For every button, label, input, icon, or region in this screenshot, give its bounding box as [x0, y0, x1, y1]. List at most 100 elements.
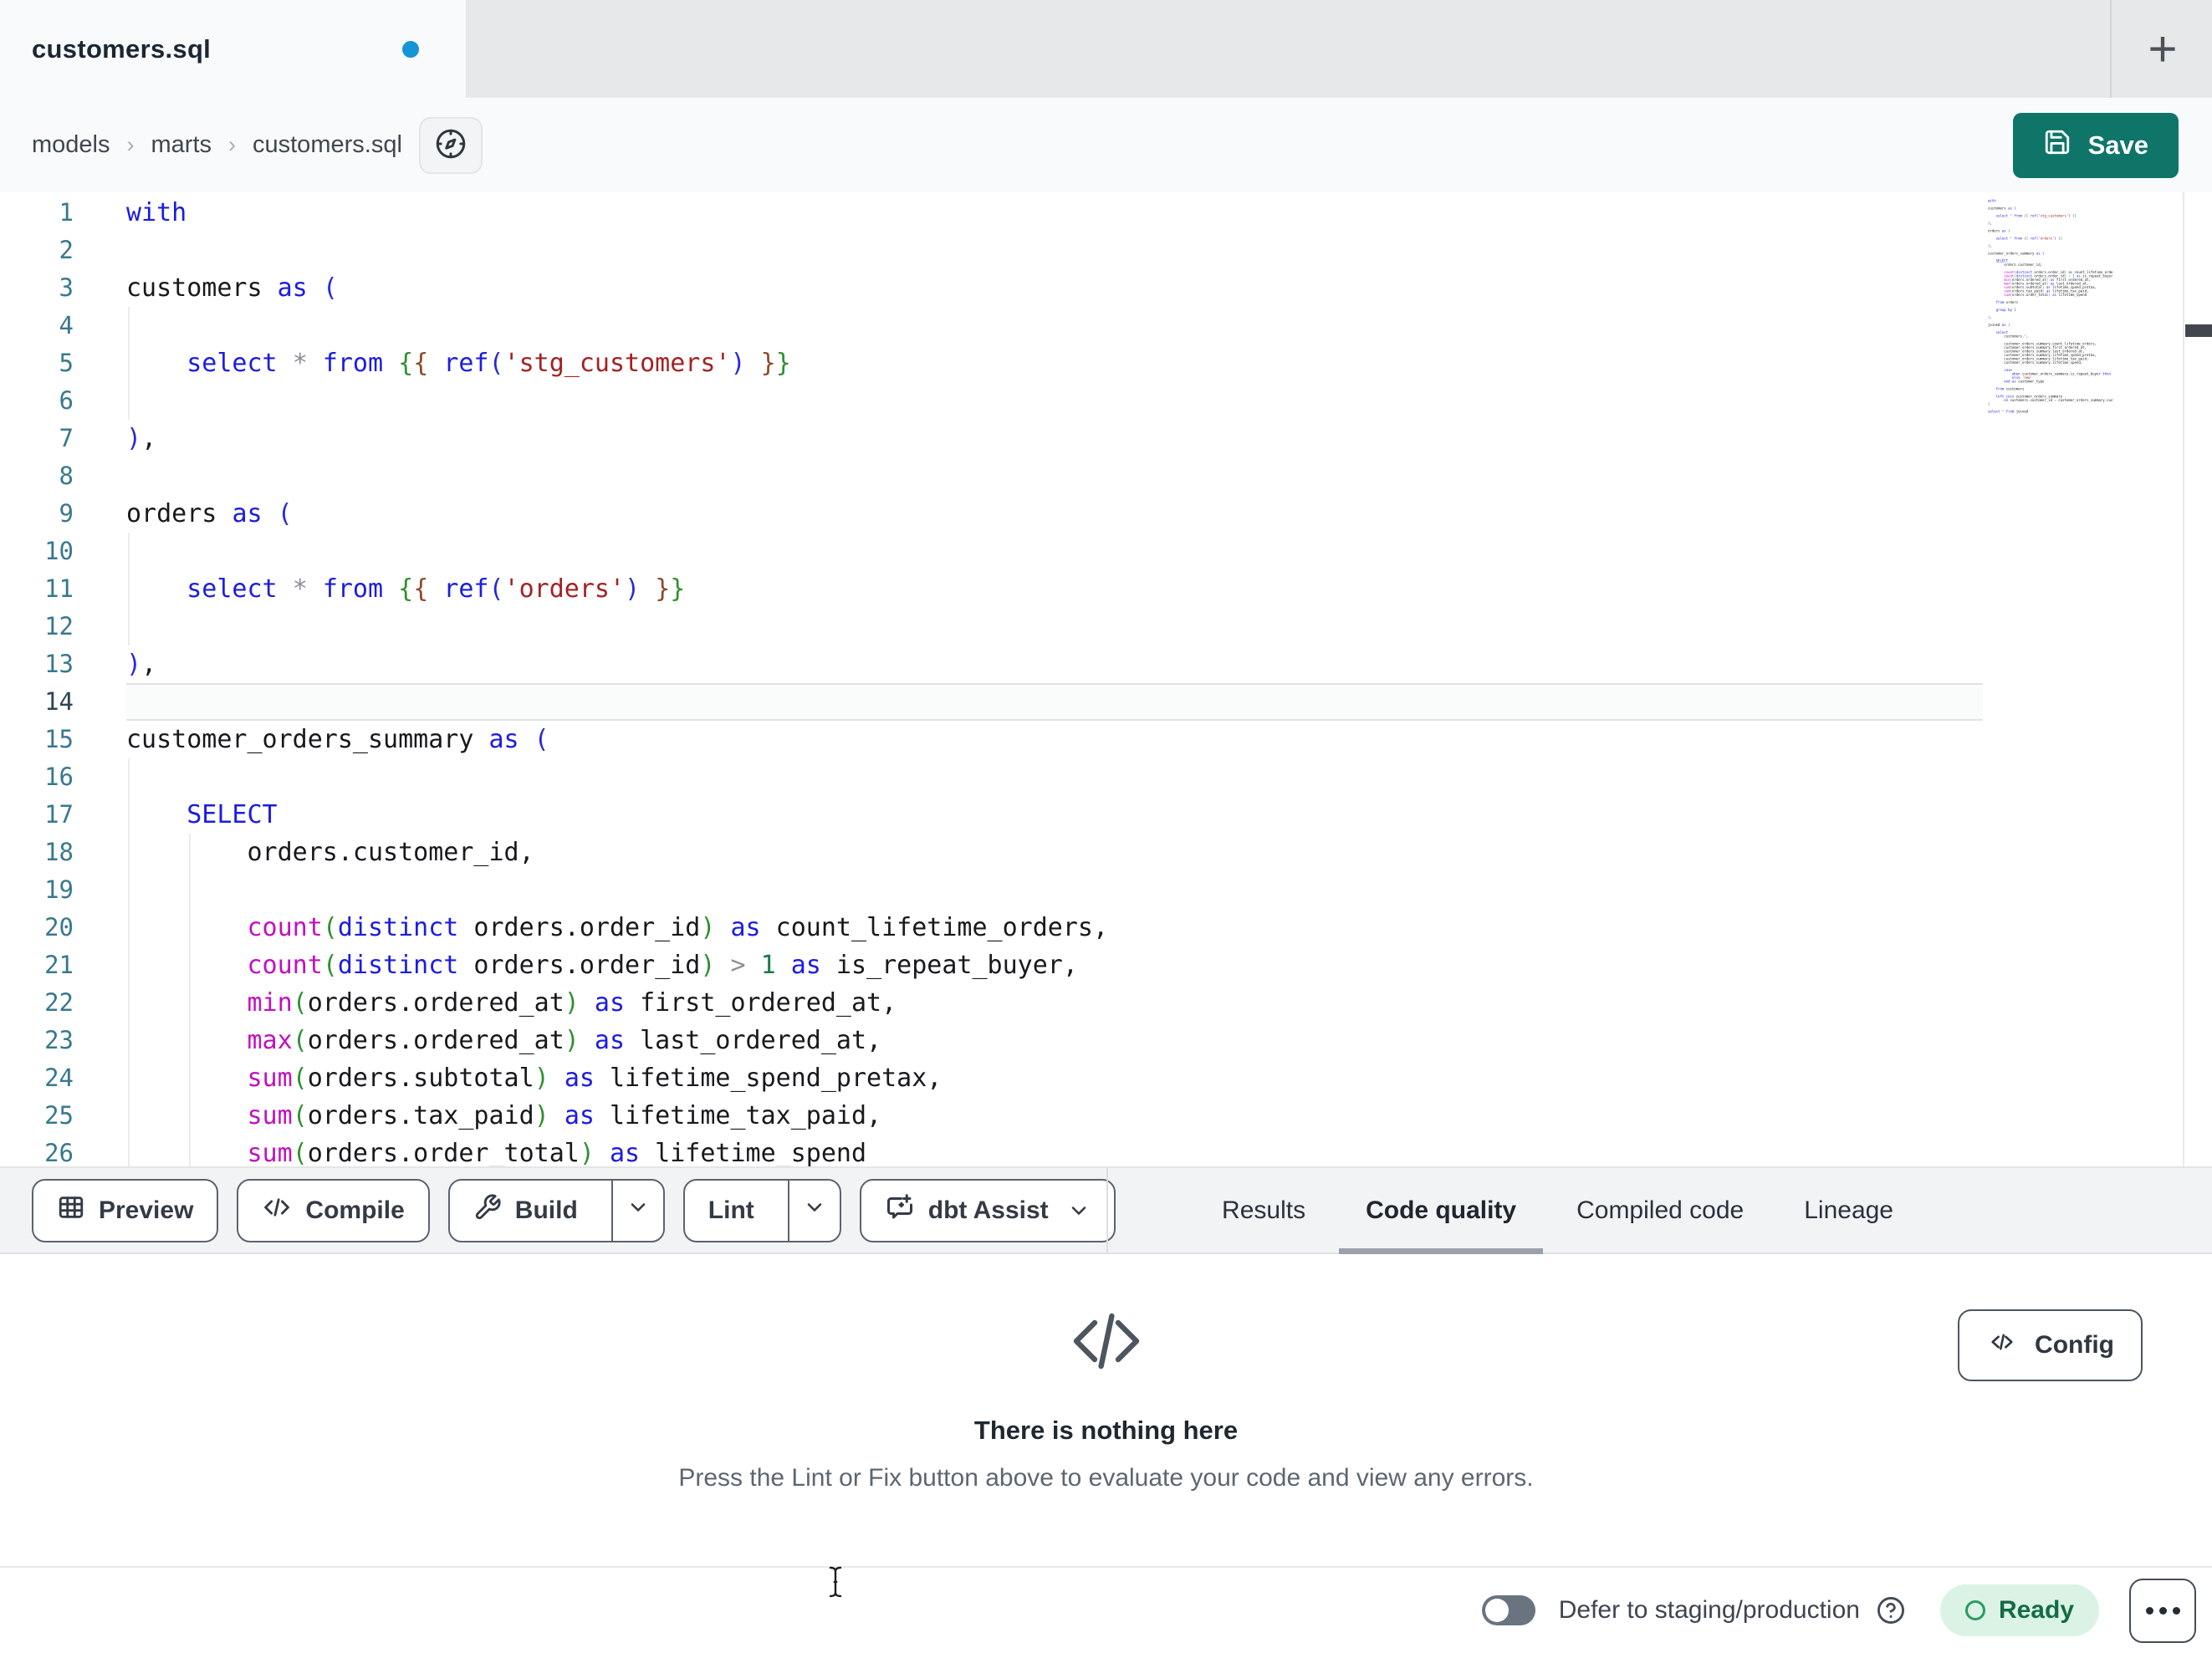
- build-dropdown-button[interactable]: [610, 1180, 663, 1241]
- indent-guide: [189, 946, 191, 984]
- code-line[interactable]: sum(orders.subtotal) as lifetime_spend_p…: [126, 1059, 1983, 1097]
- tab-title: customers.sql: [32, 33, 212, 64]
- code-line[interactable]: customer_orders_summary as (: [126, 721, 1983, 758]
- save-button-label: Save: [2087, 130, 2148, 160]
- chevron-down-icon: [803, 1196, 826, 1226]
- help-circle-icon[interactable]: [1875, 1594, 1907, 1626]
- compile-button[interactable]: Compile: [237, 1178, 430, 1242]
- chevron-down-icon: [626, 1196, 650, 1226]
- code-line[interactable]: select * from {{ ref('stg_customers') }}: [126, 344, 1983, 382]
- line-number: 23: [44, 1026, 74, 1054]
- save-button[interactable]: Save: [2012, 113, 2179, 178]
- line-number: 15: [44, 725, 74, 753]
- code-line[interactable]: ),: [126, 645, 1983, 683]
- code-line[interactable]: SELECT: [126, 796, 1983, 834]
- indent-guide: [128, 984, 130, 1022]
- tab-results[interactable]: Results: [1192, 1168, 1336, 1253]
- lineage-compass-button[interactable]: [418, 116, 483, 174]
- code-line[interactable]: count(distinct orders.order_id) > 1 as i…: [126, 946, 1983, 984]
- line-number: 20: [44, 913, 74, 941]
- build-button[interactable]: Build: [450, 1181, 598, 1241]
- line-number: 8: [59, 462, 74, 490]
- code-line[interactable]: [126, 382, 1983, 420]
- indent-guide: [128, 758, 130, 796]
- ready-label: Ready: [1998, 1596, 2074, 1624]
- lint-dropdown-button[interactable]: [787, 1180, 840, 1241]
- code-line[interactable]: with: [126, 194, 1983, 232]
- line-number: 10: [44, 537, 74, 565]
- status-badge-ready: Ready: [1939, 1584, 2099, 1636]
- breadcrumb-marts[interactable]: marts: [151, 131, 212, 159]
- line-number: 6: [59, 386, 74, 415]
- tab-compiled-code[interactable]: Compiled code: [1546, 1168, 1774, 1253]
- build-button-label: Build: [514, 1196, 578, 1224]
- tab-bar-empty-area: +: [466, 0, 2212, 98]
- indent-guide: [128, 946, 130, 984]
- indent-guide: [128, 307, 130, 344]
- code-line[interactable]: [126, 683, 1983, 721]
- code-line[interactable]: orders.customer_id,: [126, 834, 1983, 871]
- code-editor[interactable]: 1 2 3 4 5 6 7 8 9 10 11 12 13 14 15 16 17 18 19 20 21 22 23 24 2…: [0, 192, 2212, 1166]
- code-line[interactable]: [126, 758, 1983, 796]
- floppy-disk-icon: [2043, 128, 2072, 163]
- line-number: 14: [44, 687, 74, 716]
- unsaved-changes-dot-icon: [402, 40, 419, 58]
- code-area[interactable]: with customers as ( select * from {{ ref(…: [126, 194, 1983, 1166]
- config-button[interactable]: Config: [1958, 1309, 2143, 1381]
- breadcrumb-models[interactable]: models: [32, 131, 110, 159]
- status-bar-right-group: Defer to staging/production Ready: [1481, 1578, 2196, 1643]
- chevron-right-icon: ›: [228, 132, 236, 157]
- dbt-ide-window: customers.sql + models › marts › custome…: [0, 0, 2212, 1653]
- breadcrumb-file[interactable]: customers.sql: [253, 131, 402, 159]
- line-number: 3: [59, 273, 74, 302]
- chevron-down-icon: [1067, 1199, 1091, 1222]
- indent-guide: [128, 834, 130, 871]
- indent-guide: [128, 871, 130, 909]
- line-number: 25: [44, 1101, 74, 1130]
- line-number: 22: [44, 988, 74, 1017]
- defer-toggle[interactable]: [1481, 1595, 1535, 1625]
- compile-button-label: Compile: [305, 1196, 405, 1224]
- dbt-assist-button-label: dbt Assist: [927, 1196, 1049, 1224]
- code-line[interactable]: [126, 307, 1983, 344]
- code-line[interactable]: [126, 232, 1983, 269]
- lint-button[interactable]: Lint: [685, 1181, 774, 1241]
- table-grid-icon: [57, 1193, 85, 1228]
- indent-guide: [128, 796, 130, 834]
- indent-guide: [189, 1022, 191, 1059]
- code-brackets-icon: [1986, 1329, 2018, 1361]
- code-line[interactable]: sum(orders.order_total) as lifetime_spen…: [126, 1135, 1983, 1166]
- tab-customers-sql[interactable]: customers.sql: [0, 0, 466, 98]
- preview-button[interactable]: Preview: [32, 1178, 219, 1242]
- indent-guide: [128, 533, 130, 570]
- code-line[interactable]: customers as (: [126, 269, 1983, 307]
- indent-guide: [128, 1059, 130, 1097]
- code-line[interactable]: [126, 457, 1983, 495]
- code-line[interactable]: select * from {{ ref('orders') }}: [126, 570, 1983, 608]
- line-number: 21: [44, 951, 74, 979]
- line-number: 5: [59, 349, 74, 377]
- minimap[interactable]: with customers as ( select * from {{ ref…: [1988, 199, 2113, 734]
- code-line[interactable]: orders as (: [126, 495, 1983, 533]
- code-line[interactable]: sum(orders.tax_paid) as lifetime_tax_pai…: [126, 1097, 1983, 1135]
- tab-code-quality[interactable]: Code quality: [1336, 1168, 1546, 1254]
- indent-guide: [189, 909, 191, 946]
- code-line[interactable]: max(orders.ordered_at) as last_ordered_a…: [126, 1022, 1983, 1059]
- toolbar-tabs-divider: [1106, 1168, 1108, 1253]
- more-options-button[interactable]: [2129, 1578, 2196, 1643]
- code-line[interactable]: [126, 871, 1983, 909]
- lint-button-label: Lint: [708, 1196, 754, 1224]
- code-line[interactable]: min(orders.ordered_at) as first_ordered_…: [126, 984, 1983, 1022]
- code-line[interactable]: ),: [126, 420, 1983, 457]
- code-line[interactable]: count(distinct orders.order_id) as count…: [126, 909, 1983, 946]
- code-line[interactable]: [126, 608, 1983, 645]
- indent-guide: [128, 1097, 130, 1135]
- dbt-assist-button[interactable]: dbt Assist: [859, 1178, 1116, 1242]
- line-number: 18: [44, 838, 74, 866]
- empty-state-title: There is nothing here: [973, 1416, 1239, 1445]
- code-line[interactable]: [126, 533, 1983, 570]
- new-tab-button[interactable]: +: [2113, 0, 2212, 98]
- tab-lineage[interactable]: Lineage: [1774, 1168, 1923, 1253]
- line-number-gutter: 1 2 3 4 5 6 7 8 9 10 11 12 13 14 15 16 17 18 19 20 21 22 23 24 2…: [0, 194, 74, 1166]
- editor-scrollbar-thumb[interactable]: [2185, 324, 2212, 337]
